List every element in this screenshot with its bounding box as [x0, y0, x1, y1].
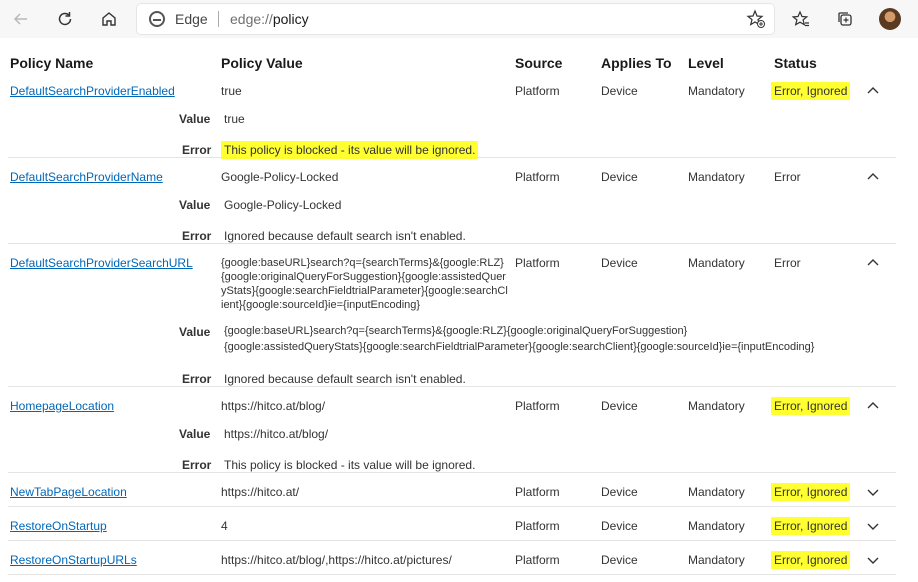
refresh-button[interactable] [50, 4, 80, 34]
profile-avatar[interactable] [879, 8, 901, 30]
detail-error-label: Error [182, 458, 212, 472]
policy-applies-to: Device [601, 84, 638, 98]
url-scheme: edge:// [230, 11, 273, 27]
detail-value: Google-Policy-Locked [224, 198, 342, 212]
column-header-policy-name[interactable]: Policy Name [10, 55, 93, 71]
policy-source: Platform [515, 485, 560, 499]
policy-name-link[interactable]: DefaultSearchProviderEnabled [10, 84, 175, 98]
chevron-up-icon[interactable] [866, 170, 880, 184]
policy-source: Platform [515, 519, 560, 533]
column-header-policy-value[interactable]: Policy Value [221, 55, 303, 71]
back-button[interactable] [6, 4, 36, 34]
detail-value: https://hitco.at/blog/ [224, 427, 329, 441]
policy-applies-to: Device [601, 553, 638, 567]
policy-name-link[interactable]: DefaultSearchProviderName [10, 170, 163, 184]
chevron-down-icon[interactable] [866, 519, 880, 533]
policy-source: Platform [515, 256, 560, 270]
status-badge: Error, Ignored [771, 82, 851, 100]
detail-value-label: Value [179, 325, 211, 339]
policy-name-link[interactable]: DefaultSearchProviderSearchURL [10, 256, 193, 270]
policy-value: https://hitco.at/blog/,https://hitco.at/… [221, 553, 452, 567]
status-badge: Error, Ignored [771, 517, 851, 535]
favorites-button[interactable] [786, 4, 816, 34]
detail-value-line-2: {google:assistedQueryStats}{google:searc… [224, 341, 815, 353]
edge-logo-icon [149, 11, 165, 27]
policy-source: Platform [515, 399, 560, 413]
detail-value: true [224, 112, 245, 126]
url-text[interactable]: edge://policy [230, 11, 309, 27]
detail-value-label: Value [179, 427, 211, 441]
home-icon [102, 12, 116, 26]
policy-level: Mandatory [688, 553, 745, 567]
policy-name-link[interactable]: NewTabPageLocation [10, 485, 127, 499]
row-divider [8, 540, 896, 541]
detail-value-line-1: {google:baseURL}search?q={searchTerms}&{… [224, 325, 688, 337]
policy-applies-to: Device [601, 170, 638, 184]
policy-name-link[interactable]: RestoreOnStartup [10, 519, 107, 533]
address-bar[interactable]: Edge edge://policy [137, 4, 774, 34]
status-badge: Error [774, 170, 801, 184]
chevron-down-icon[interactable] [866, 553, 880, 567]
policy-level: Mandatory [688, 170, 745, 184]
chevron-up-icon[interactable] [866, 84, 880, 98]
status-badge: Error, Ignored [771, 397, 851, 415]
policy-value: {google:baseURL}search?q={searchTerms}&{… [221, 257, 508, 311]
column-header-source[interactable]: Source [515, 55, 562, 71]
chevron-down-icon[interactable] [866, 485, 880, 499]
policy-level: Mandatory [688, 256, 745, 270]
chevron-up-icon[interactable] [866, 256, 880, 270]
row-divider [8, 472, 896, 473]
row-divider [8, 574, 896, 575]
policy-level: Mandatory [688, 399, 745, 413]
url-host: policy [272, 11, 309, 27]
address-divider [218, 11, 219, 27]
page-app-name: Edge [175, 11, 208, 27]
collections-button[interactable] [830, 4, 860, 34]
detail-error: This policy is blocked - its value will … [224, 458, 476, 472]
policy-value: true [221, 84, 242, 98]
detail-error-label: Error [182, 143, 212, 157]
detail-error: Ignored because default search isn't ena… [224, 229, 466, 243]
detail-error: Ignored because default search isn't ena… [224, 372, 466, 386]
policy-value: https://hitco.at/ [221, 485, 300, 499]
star-add-icon [746, 9, 765, 28]
policy-value: 4 [221, 519, 228, 533]
policy-level: Mandatory [688, 485, 745, 499]
collections-icon [838, 12, 852, 26]
status-badge: Error [774, 256, 801, 270]
column-header-level[interactable]: Level [688, 55, 724, 71]
row-divider [8, 506, 896, 507]
arrow-left-icon [13, 13, 27, 25]
policy-source: Platform [515, 170, 560, 184]
home-button[interactable] [94, 4, 124, 34]
column-header-applies-to[interactable]: Applies To [601, 55, 672, 71]
row-divider [8, 157, 896, 158]
chevron-up-icon[interactable] [866, 399, 880, 413]
detail-error-label: Error [182, 372, 212, 386]
detail-value-label: Value [179, 112, 211, 126]
detail-value-label: Value [179, 198, 211, 212]
row-divider [8, 386, 896, 387]
policy-value: Google-Policy-Locked [221, 170, 339, 184]
policy-level: Mandatory [688, 84, 745, 98]
column-header-status[interactable]: Status [774, 55, 817, 71]
policy-applies-to: Device [601, 485, 638, 499]
refresh-icon [58, 12, 72, 26]
detail-error-label: Error [182, 229, 212, 243]
policy-applies-to: Device [601, 519, 638, 533]
policy-name-link[interactable]: RestoreOnStartupURLs [10, 553, 137, 567]
favorites-star-icon [792, 10, 809, 27]
policy-applies-to: Device [601, 256, 638, 270]
add-favorite-button[interactable] [746, 9, 766, 34]
policy-name-link[interactable]: HomepageLocation [10, 399, 114, 413]
policy-source: Platform [515, 84, 560, 98]
policy-value: https://hitco.at/blog/ [221, 399, 326, 413]
policy-applies-to: Device [601, 399, 638, 413]
policy-source: Platform [515, 553, 560, 567]
row-divider [8, 243, 896, 244]
status-badge: Error, Ignored [771, 551, 851, 569]
browser-toolbar: Edge edge://policy [0, 0, 918, 38]
policy-level: Mandatory [688, 519, 745, 533]
status-badge: Error, Ignored [771, 483, 851, 501]
